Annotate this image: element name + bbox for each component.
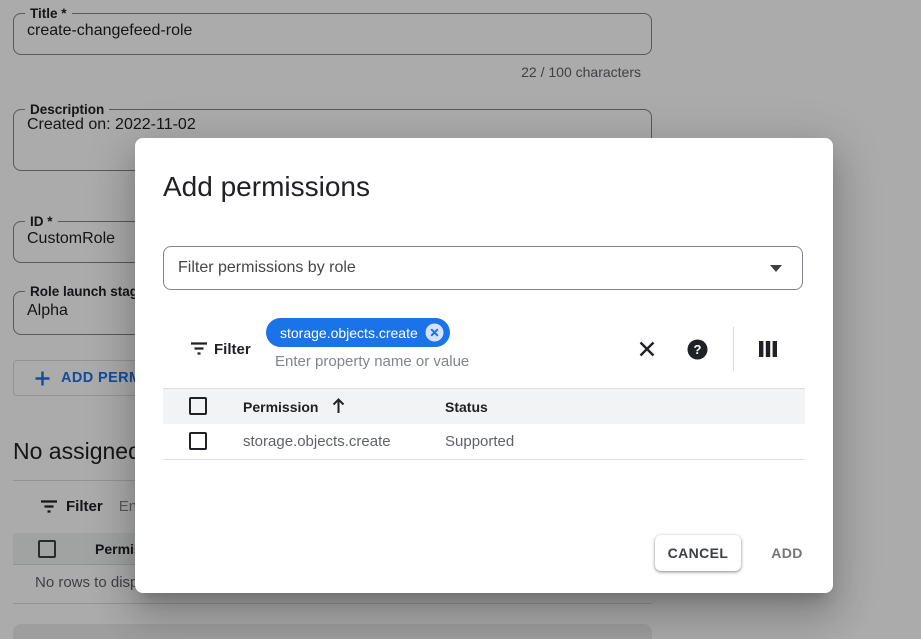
add-button[interactable]: ADD (759, 535, 815, 571)
sort-ascending-icon[interactable] (331, 397, 346, 415)
table-row[interactable]: storage.objects.create Supported (163, 424, 805, 460)
column-header-permission[interactable]: Permission (243, 399, 318, 415)
filter-input[interactable] (275, 350, 605, 372)
toolbar-divider (733, 327, 734, 371)
svg-text:?: ? (693, 342, 701, 357)
clear-filters-button[interactable] (629, 331, 665, 367)
row-checkbox[interactable] (189, 432, 207, 450)
permissions-table-header: Permission Status (163, 388, 805, 424)
column-display-button[interactable] (750, 331, 786, 367)
filter-help-button[interactable]: ? (679, 331, 715, 367)
role-filter-dropdown[interactable]: Filter permissions by role (163, 246, 803, 290)
filter-icon-wrap[interactable] (190, 341, 208, 361)
help-icon: ? (687, 339, 708, 360)
toolbar-filter-label: Filter (214, 341, 251, 358)
column-header-status[interactable]: Status (445, 399, 488, 415)
chip-remove-icon[interactable] (425, 323, 444, 342)
cell-permission: storage.objects.create (243, 433, 391, 450)
close-icon (637, 339, 657, 359)
cell-status: Supported (445, 433, 514, 450)
dialog-title: Add permissions (163, 171, 370, 203)
select-all-checkbox[interactable] (189, 397, 207, 415)
columns-icon (758, 340, 778, 358)
chevron-down-icon (770, 265, 782, 272)
add-permissions-dialog: Add permissions Filter permissions by ro… (135, 138, 833, 593)
role-filter-placeholder: Filter permissions by role (178, 259, 770, 277)
filter-chip-label: storage.objects.create (280, 325, 418, 341)
cancel-button[interactable]: CANCEL (655, 535, 741, 571)
filter-chip[interactable]: storage.objects.create (266, 318, 450, 347)
filter-icon (190, 341, 208, 356)
